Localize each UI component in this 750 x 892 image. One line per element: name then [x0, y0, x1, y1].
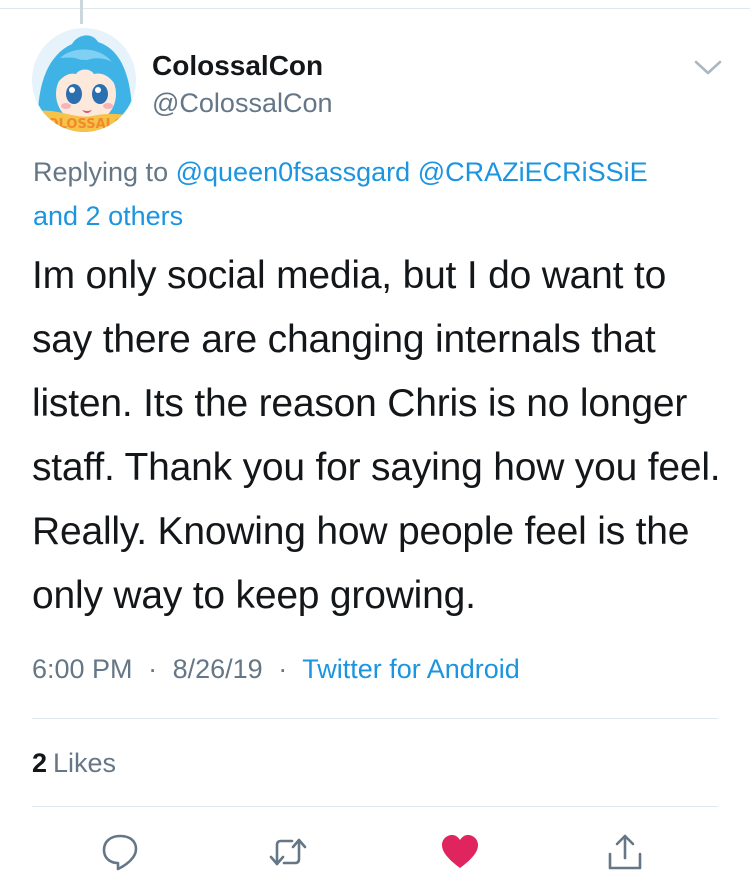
avatar[interactable]: COLOSSALCON [32, 28, 136, 132]
share-icon[interactable] [605, 832, 645, 872]
divider [32, 718, 718, 719]
author-handle[interactable]: @ColossalCon [152, 88, 332, 119]
mention-link[interactable]: @queen0fsassgard [176, 157, 411, 187]
likes-count[interactable]: 2 Likes [32, 748, 116, 779]
avatar-image: COLOSSALCON [32, 28, 136, 132]
retweet-icon[interactable] [268, 832, 308, 872]
chevron-down-icon[interactable] [693, 56, 723, 78]
replying-prefix: Replying to [33, 157, 169, 187]
author-name[interactable]: ColossalCon [152, 50, 323, 82]
thread-connector-line [80, 0, 83, 24]
tweet-text: Im only social media, but I do want to s… [32, 254, 721, 617]
meta-separator: · [148, 654, 158, 684]
reply-icon[interactable] [100, 832, 140, 872]
tweet-meta: 6:00 PM · 8/26/19 · Twitter for Android [32, 654, 520, 685]
replying-to: Replying to @queen0fsassgard @CRAZiECRiS… [33, 150, 723, 238]
tweet-source-link[interactable]: Twitter for Android [302, 654, 520, 684]
avatar-logo-text: COLOSSALCON [38, 117, 136, 132]
others-link[interactable]: and 2 others [33, 201, 183, 231]
divider [32, 806, 718, 807]
likes-number: 2 [32, 748, 48, 778]
tweet-date: 8/26/19 [172, 654, 263, 684]
tweet-time: 6:00 PM [32, 654, 133, 684]
top-divider [0, 8, 750, 9]
meta-separator: · [278, 654, 288, 684]
heart-icon[interactable] [440, 832, 480, 872]
likes-label: Likes [53, 748, 117, 778]
mention-link[interactable]: @CRAZiECRiSSiE [418, 157, 648, 187]
